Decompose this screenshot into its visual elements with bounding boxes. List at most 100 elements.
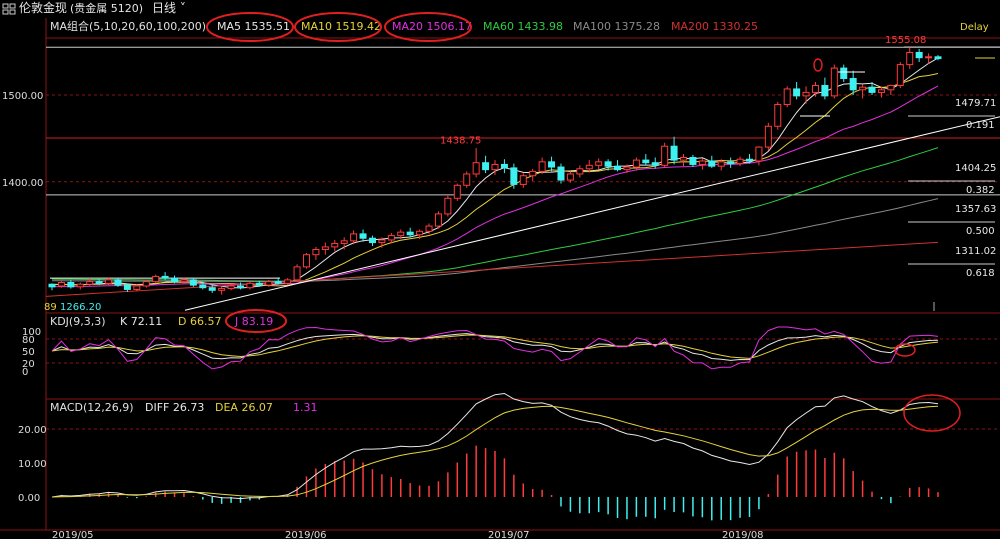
candle-body	[331, 242, 339, 248]
candle-body	[321, 246, 329, 251]
candle-body	[123, 284, 131, 290]
candle-body	[548, 161, 556, 168]
candle-body	[745, 158, 753, 162]
candle-body	[830, 67, 838, 97]
candle-body	[859, 86, 867, 91]
candle-body	[491, 163, 499, 171]
fib-ratio-label: 0.618	[966, 268, 995, 279]
candle-body	[416, 230, 424, 236]
candle-body	[529, 170, 537, 177]
kdj-label[interactable]: KDJ(9,3,3)	[50, 315, 106, 328]
candle-body	[387, 235, 395, 241]
candle-body	[642, 159, 650, 164]
candle-body	[614, 165, 622, 171]
candle-body	[397, 231, 405, 237]
price-tick-label: 1400.00	[2, 178, 43, 189]
candle-body	[133, 285, 141, 290]
candle-body	[877, 89, 885, 93]
candle-body	[934, 56, 942, 60]
kdj-tick-label: 0	[22, 367, 28, 378]
candle-body	[114, 279, 122, 286]
candle-body	[849, 78, 857, 91]
candle-body	[444, 197, 452, 215]
candle-body	[142, 281, 150, 287]
candle-body	[218, 288, 226, 291]
candle-body	[783, 88, 791, 106]
candle-body	[76, 283, 84, 288]
candle-body	[105, 279, 113, 284]
candle-body	[293, 266, 301, 281]
fib-price-label: 1479.71	[955, 98, 996, 109]
candle-body	[868, 86, 876, 93]
candle-body	[793, 88, 801, 97]
x-axis-label: 2019/05	[52, 530, 94, 539]
kdj-tick-label: 50	[22, 347, 35, 358]
ma20-value: MA20 1506.17	[392, 20, 472, 33]
candle-body	[189, 279, 197, 286]
candle-body	[802, 91, 810, 97]
candle-body	[651, 162, 659, 166]
candle-body	[736, 158, 744, 165]
candle-body	[538, 161, 546, 172]
candle-body	[359, 233, 367, 239]
kdj-tick-label: 80	[22, 335, 35, 346]
fib-ratio-label: 0.500	[966, 226, 995, 237]
macd-label[interactable]: MACD(12,26,9)	[50, 401, 134, 414]
ma200-value: MA200 1330.25	[671, 20, 758, 33]
candle-body	[57, 281, 65, 287]
trend-line	[184, 116, 1000, 311]
candle-body	[755, 146, 763, 162]
peak-marker-circle	[813, 58, 823, 72]
x-axis-label: 2019/08	[722, 530, 764, 539]
candle-body	[302, 254, 310, 268]
candle-body	[340, 240, 348, 244]
candle-body	[67, 281, 75, 288]
ma5-value: MA5 1535.51	[217, 20, 290, 33]
candle-body	[482, 162, 490, 171]
candle-body	[350, 233, 358, 242]
candle-body	[566, 173, 574, 181]
candle-body	[774, 104, 782, 127]
candle-body	[463, 173, 471, 186]
low-prefix-label: 89	[44, 302, 57, 313]
ma10-line	[51, 73, 939, 287]
candle-body	[896, 64, 904, 86]
candle-body	[576, 168, 584, 175]
macd-tick-label: 0.00	[18, 493, 40, 504]
fib-price-label: 1311.02	[955, 246, 996, 257]
kdj-j-value: J 83.19	[234, 315, 273, 328]
ma-group-label[interactable]: MA组合(5,10,20,60,100,200)	[50, 19, 206, 33]
candle-body	[208, 287, 216, 291]
candle-body	[595, 161, 603, 166]
x-axis-label: 2019/06	[285, 530, 327, 539]
candle-body	[604, 161, 612, 167]
low-label: 1266.20	[60, 302, 101, 313]
ma10-value: MA10 1519.42	[301, 20, 381, 33]
candle-body	[500, 163, 508, 169]
ma200-line	[45, 241, 939, 297]
candle-body	[171, 277, 179, 283]
candle-body	[840, 67, 848, 80]
ma100-value: MA100 1375.28	[573, 20, 660, 33]
price-tick-label: 1500.00	[2, 91, 43, 102]
kdj-k-value: K 72.11	[120, 315, 162, 328]
candle-body	[925, 56, 933, 59]
candle-body	[425, 225, 433, 232]
candle-body	[811, 84, 819, 93]
fib-ratio-label: 0.382	[966, 185, 995, 196]
kdj-cross-circle	[894, 343, 916, 357]
candle-body	[557, 166, 565, 181]
candle-body	[246, 282, 254, 289]
candle-body	[199, 284, 207, 289]
candle-body	[368, 237, 376, 244]
candle-body	[708, 160, 716, 167]
chart-canvas[interactable]: 1500.00 1400.00 1555.08 1438.75 89 1266.20 14…	[0, 0, 1000, 539]
candle-body	[680, 156, 688, 161]
candle-body	[670, 145, 678, 161]
candle-body	[472, 162, 480, 175]
candle-body	[152, 275, 160, 283]
candle-body	[727, 161, 735, 165]
candle-body	[255, 282, 263, 286]
candle-body	[378, 239, 386, 244]
candle-body	[86, 281, 94, 285]
